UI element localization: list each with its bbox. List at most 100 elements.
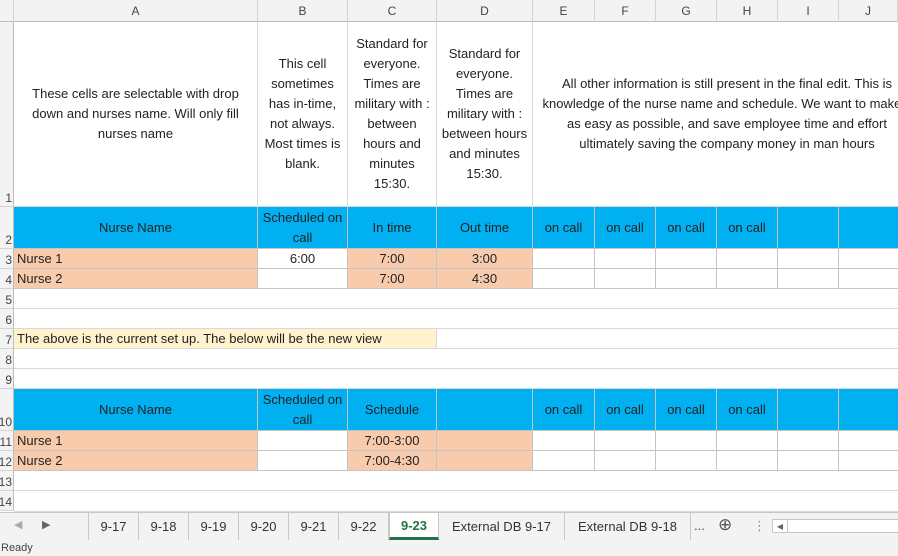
cell-i4[interactable]: [778, 269, 839, 289]
column-header-h[interactable]: H: [717, 0, 778, 22]
row-header-2[interactable]: 2: [0, 207, 14, 249]
cell-d11[interactable]: [437, 431, 533, 451]
cell-e1[interactable]: All other information is still present i…: [533, 22, 898, 207]
cell-h12[interactable]: [717, 451, 778, 471]
cell-i11[interactable]: [778, 431, 839, 451]
cell-j10[interactable]: [839, 389, 898, 431]
cell-g3[interactable]: [656, 249, 717, 269]
column-header-f[interactable]: F: [595, 0, 656, 22]
row-9-cells[interactable]: [14, 369, 898, 389]
cell-d3[interactable]: 3:00: [437, 249, 533, 269]
column-header-a[interactable]: A: [14, 0, 258, 22]
cell-g10[interactable]: on call: [656, 389, 717, 431]
cell-b10[interactable]: Scheduled on call: [258, 389, 348, 431]
row-13-cells[interactable]: [14, 471, 898, 491]
horizontal-scrollbar[interactable]: ◀: [772, 519, 898, 533]
tab-external-db-9-17[interactable]: External DB 9-17: [439, 513, 565, 540]
cell-e2[interactable]: on call: [533, 207, 595, 249]
cell-b12[interactable]: [258, 451, 348, 471]
cell-f3[interactable]: [595, 249, 656, 269]
cell-e3[interactable]: [533, 249, 595, 269]
row-header-6[interactable]: 6: [0, 309, 14, 329]
cell-e10[interactable]: on call: [533, 389, 595, 431]
tab-9-23[interactable]: 9-23: [389, 513, 439, 540]
tab-9-22[interactable]: 9-22: [339, 513, 389, 540]
cell-b4[interactable]: [258, 269, 348, 289]
cell-i12[interactable]: [778, 451, 839, 471]
cell-f4[interactable]: [595, 269, 656, 289]
cell-c2[interactable]: In time: [348, 207, 437, 249]
cell-i3[interactable]: [778, 249, 839, 269]
cell-j11[interactable]: [839, 431, 898, 451]
row-header-11[interactable]: 11: [0, 431, 14, 451]
tab-scroll-prev-icon[interactable]: ◀: [14, 518, 22, 531]
cell-i2[interactable]: [778, 207, 839, 249]
cell-g4[interactable]: [656, 269, 717, 289]
cell-e4[interactable]: [533, 269, 595, 289]
row-header-14[interactable]: 14: [0, 491, 14, 511]
cell-d1[interactable]: Standard for everyone. Times are militar…: [437, 22, 533, 207]
column-header-c[interactable]: C: [348, 0, 437, 22]
cell-b1[interactable]: This cell sometimes has in-time, not alw…: [258, 22, 348, 207]
tab-9-19[interactable]: 9-19: [189, 513, 239, 540]
cell-f10[interactable]: on call: [595, 389, 656, 431]
cell-b2[interactable]: Scheduled on call: [258, 207, 348, 249]
cell-f12[interactable]: [595, 451, 656, 471]
cell-a3[interactable]: Nurse 1: [14, 249, 258, 269]
cell-g12[interactable]: [656, 451, 717, 471]
column-header-e[interactable]: E: [533, 0, 595, 22]
cell-a10[interactable]: Nurse Name: [14, 389, 258, 431]
cell-a11[interactable]: Nurse 1: [14, 431, 258, 451]
cell-c4[interactable]: 7:00: [348, 269, 437, 289]
cell-g2[interactable]: on call: [656, 207, 717, 249]
tab-9-20[interactable]: 9-20: [239, 513, 289, 540]
more-tabs-icon[interactable]: ...: [694, 518, 705, 533]
cell-c12[interactable]: 7:00-4:30: [348, 451, 437, 471]
row-header-4[interactable]: 4: [0, 269, 14, 289]
cell-c1[interactable]: Standard for everyone. Times are militar…: [348, 22, 437, 207]
tab-9-21[interactable]: 9-21: [289, 513, 339, 540]
cell-d10[interactable]: [437, 389, 533, 431]
cell-h11[interactable]: [717, 431, 778, 451]
column-header-d[interactable]: D: [437, 0, 533, 22]
cell-d4[interactable]: 4:30: [437, 269, 533, 289]
add-sheet-icon[interactable]: ⊕: [718, 515, 732, 535]
tab-external-db-9-18[interactable]: External DB 9-18: [565, 513, 691, 540]
cell-e11[interactable]: [533, 431, 595, 451]
cell-a4[interactable]: Nurse 2: [14, 269, 258, 289]
row-5-cells[interactable]: [14, 289, 898, 309]
cell-h10[interactable]: on call: [717, 389, 778, 431]
cell-h4[interactable]: [717, 269, 778, 289]
cell-a12[interactable]: Nurse 2: [14, 451, 258, 471]
row-8-cells[interactable]: [14, 349, 898, 369]
select-all-corner[interactable]: [0, 0, 14, 22]
column-header-j[interactable]: J: [839, 0, 898, 22]
tab-9-17[interactable]: 9-17: [89, 513, 139, 540]
cell-f11[interactable]: [595, 431, 656, 451]
column-header-g[interactable]: G: [656, 0, 717, 22]
cell-f2[interactable]: on call: [595, 207, 656, 249]
cell-b11[interactable]: [258, 431, 348, 451]
row-6-cells[interactable]: [14, 309, 898, 329]
row-header-12[interactable]: 12: [0, 451, 14, 471]
cell-j4[interactable]: [839, 269, 898, 289]
row-header-5[interactable]: 5: [0, 289, 14, 309]
row-header-10[interactable]: 10: [0, 389, 14, 431]
cell-h2[interactable]: on call: [717, 207, 778, 249]
tab-splitter-icon[interactable]: ⋮: [753, 518, 766, 534]
cell-b3[interactable]: 6:00: [258, 249, 348, 269]
row-header-1[interactable]: 1: [0, 22, 14, 207]
cell-d12[interactable]: [437, 451, 533, 471]
column-header-b[interactable]: B: [258, 0, 348, 22]
cell-a2[interactable]: Nurse Name: [14, 207, 258, 249]
column-header-i[interactable]: I: [778, 0, 839, 22]
cell-a1[interactable]: These cells are selectable with drop dow…: [14, 22, 258, 207]
cell-e12[interactable]: [533, 451, 595, 471]
tab-9-18[interactable]: 9-18: [139, 513, 189, 540]
cell-c3[interactable]: 7:00: [348, 249, 437, 269]
row-14-cells[interactable]: [14, 491, 898, 512]
cell-c10[interactable]: Schedule: [348, 389, 437, 431]
cell-i10[interactable]: [778, 389, 839, 431]
cell-c11[interactable]: 7:00-3:00: [348, 431, 437, 451]
row-header-9[interactable]: 9: [0, 369, 14, 389]
